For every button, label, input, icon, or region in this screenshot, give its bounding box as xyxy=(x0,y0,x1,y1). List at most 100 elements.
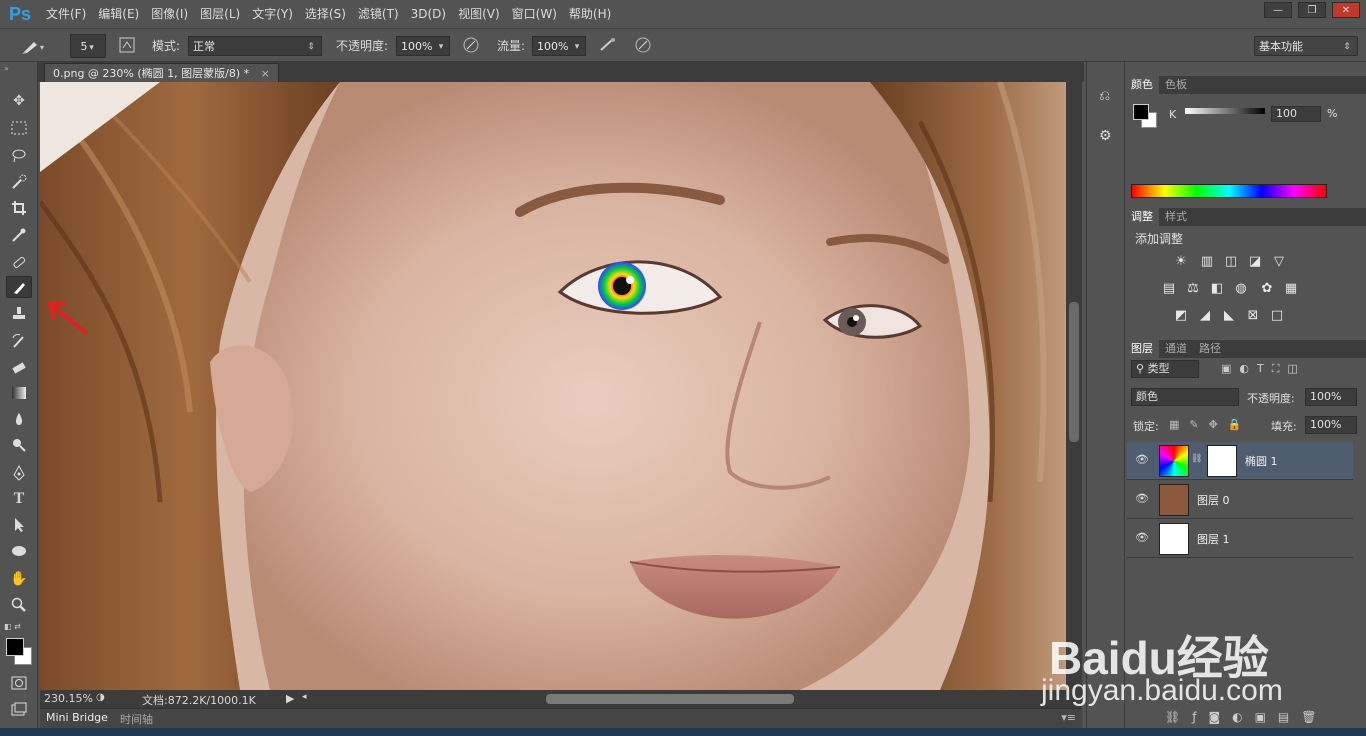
status-menu-icon[interactable]: ▶ xyxy=(286,692,294,705)
ellipse-tool-icon[interactable] xyxy=(6,540,32,562)
gradient-tool-icon[interactable] xyxy=(6,382,32,404)
minimize-button[interactable]: — xyxy=(1264,2,1292,18)
panel-menu-icon[interactable]: ▾≡ xyxy=(1061,711,1076,724)
eraser-tool-icon[interactable] xyxy=(6,356,32,378)
layer-row-layer1[interactable]: 👁 图层 1 xyxy=(1127,520,1353,558)
zoom-tool-icon[interactable] xyxy=(6,594,32,616)
eyedropper-tool-icon[interactable] xyxy=(6,224,32,246)
document-tab[interactable]: 0.png @ 230% (椭圆 1, 图层蒙版/8) * × xyxy=(44,63,279,82)
vertical-scroll-thumb[interactable] xyxy=(1069,302,1079,442)
menu-item[interactable]: 文字(Y) xyxy=(246,0,299,28)
fg-color-swatch[interactable] xyxy=(1133,104,1149,120)
zoom-level[interactable]: 230.15% xyxy=(44,692,93,705)
threshold-icon[interactable]: ◣ xyxy=(1221,309,1237,323)
exposure-icon[interactable]: ◪ xyxy=(1247,255,1263,269)
tab-paths[interactable]: 路径 xyxy=(1193,340,1227,358)
layer-row-ellipse[interactable]: 👁 ⛓ 椭圆 1 xyxy=(1127,442,1353,480)
menu-item[interactable]: 选择(S) xyxy=(299,0,352,28)
document-canvas[interactable] xyxy=(40,82,1066,690)
eye-icon[interactable]: 👁 xyxy=(1135,492,1149,505)
levels-icon[interactable]: ▥ xyxy=(1199,255,1215,269)
fill-field[interactable]: 100% xyxy=(1305,416,1357,434)
blend-mode-select[interactable]: 颜色 xyxy=(1131,388,1239,406)
layer-filter-icons[interactable]: ▣◐T⛶◫ xyxy=(1221,362,1306,376)
move-tool-icon[interactable]: ✥ xyxy=(6,90,32,112)
layer-filter-select[interactable]: ⚲ 类型 xyxy=(1131,360,1199,378)
layer-opacity-field[interactable]: 100% xyxy=(1305,388,1357,406)
close-tab-icon[interactable]: × xyxy=(261,67,270,80)
curves-icon[interactable]: ◫ xyxy=(1223,255,1239,269)
mode-select[interactable]: 正常 ⇕ xyxy=(188,36,322,56)
lock-icons[interactable]: ▦✎✥🔒 xyxy=(1169,418,1252,431)
eye-icon[interactable]: 👁 xyxy=(1135,453,1149,466)
scroll-left-icon[interactable]: ◂ xyxy=(302,692,307,702)
collapse-icon[interactable]: » xyxy=(4,64,9,73)
tab-swatches[interactable]: 色板 xyxy=(1159,76,1193,94)
selective-color-icon[interactable]: □ xyxy=(1269,309,1285,323)
dodge-tool-icon[interactable] xyxy=(6,434,32,456)
history-brush-tool-icon[interactable] xyxy=(6,330,32,352)
gradient-map-icon[interactable]: ⊠ xyxy=(1245,309,1261,323)
layer-row-layer0[interactable]: 👁 图层 0 xyxy=(1127,481,1353,519)
menu-item[interactable]: 图像(I) xyxy=(145,0,194,28)
quick-selection-tool-icon[interactable] xyxy=(6,171,32,193)
tab-adjustments[interactable]: 调整 xyxy=(1125,208,1159,226)
vibrance-icon[interactable]: ▽ xyxy=(1271,255,1287,269)
clone-stamp-tool-icon[interactable] xyxy=(6,303,32,325)
menu-item[interactable]: 编辑(E) xyxy=(92,0,145,28)
workspace-select[interactable]: 基本功能 ⇕ xyxy=(1254,36,1358,56)
healing-brush-tool-icon[interactable] xyxy=(6,251,32,273)
crop-tool-icon[interactable] xyxy=(6,197,32,219)
lasso-tool-icon[interactable] xyxy=(6,144,32,166)
tab-styles[interactable]: 样式 xyxy=(1159,208,1193,226)
path-selection-tool-icon[interactable] xyxy=(6,514,32,536)
k-value-field[interactable]: 100 xyxy=(1271,106,1321,122)
doc-info-icon[interactable]: ◑ xyxy=(96,692,105,703)
color-spectrum-bar[interactable] xyxy=(1131,184,1327,198)
menu-item[interactable]: 图层(L) xyxy=(194,0,246,28)
menu-item[interactable]: 文件(F) xyxy=(40,0,92,28)
marquee-tool-icon[interactable] xyxy=(6,117,32,139)
close-button[interactable]: ✕ xyxy=(1332,2,1360,18)
foreground-color-swatch[interactable] xyxy=(6,638,24,656)
pen-tool-icon[interactable] xyxy=(6,462,32,484)
quick-mask-icon[interactable] xyxy=(6,672,32,694)
brightness-icon[interactable]: ☀ xyxy=(1173,255,1189,269)
brush-panel-toggle-icon[interactable] xyxy=(118,36,136,56)
menu-item[interactable]: 帮助(H) xyxy=(563,0,617,28)
dropdown-icon[interactable]: ▾ xyxy=(569,37,585,57)
hand-tool-icon[interactable]: ✋ xyxy=(6,568,32,590)
restore-button[interactable]: ❐ xyxy=(1298,2,1326,18)
photo-filter-icon[interactable]: ◍ xyxy=(1233,282,1249,296)
layer-mask-thumbnail[interactable] xyxy=(1207,445,1237,477)
menu-item[interactable]: 滤镜(T) xyxy=(352,0,405,28)
k-slider[interactable] xyxy=(1185,108,1265,114)
opacity-field[interactable]: 100% ▾ xyxy=(396,36,450,56)
black-white-icon[interactable]: ◧ xyxy=(1209,282,1225,296)
horizontal-scroll-thumb[interactable] xyxy=(546,694,794,704)
posterize-icon[interactable]: ◢ xyxy=(1197,309,1213,323)
default-colors-icon[interactable]: ◧ ⇄ xyxy=(4,622,21,631)
link-icon[interactable]: ⛓ xyxy=(1191,454,1202,464)
dropdown-icon[interactable]: ▾ xyxy=(433,37,449,57)
blur-tool-icon[interactable] xyxy=(6,408,32,430)
type-tool-icon[interactable]: T xyxy=(6,488,32,510)
tab-channels[interactable]: 通道 xyxy=(1159,340,1193,358)
brush-size-field[interactable]: 5 ▾ xyxy=(70,34,106,58)
timeline-tab[interactable]: 时间轴 xyxy=(120,711,153,727)
invert-icon[interactable]: ◩ xyxy=(1173,309,1189,323)
hue-saturation-icon[interactable]: ▤ xyxy=(1161,282,1177,296)
history-panel-icon[interactable]: ⎌ xyxy=(1099,88,1110,104)
mini-bridge-tab[interactable]: Mini Bridge xyxy=(46,711,108,724)
eye-icon[interactable]: 👁 xyxy=(1135,531,1149,544)
menu-item[interactable]: 视图(V) xyxy=(452,0,506,28)
brush-preset-picker[interactable]: ▾ xyxy=(18,36,46,56)
tab-color[interactable]: 颜色 xyxy=(1125,76,1159,94)
pressure-opacity-icon[interactable] xyxy=(462,36,480,56)
screen-mode-icon[interactable] xyxy=(6,698,32,720)
tab-layers[interactable]: 图层 xyxy=(1125,340,1159,358)
color-lookup-icon[interactable]: ▦ xyxy=(1283,282,1299,296)
brush-tool-icon[interactable] xyxy=(6,276,32,298)
layer-footer-icons[interactable]: ⛓ƒ◙◐▣▤🗑 xyxy=(1165,710,1328,724)
menu-item[interactable]: 窗口(W) xyxy=(506,0,563,28)
